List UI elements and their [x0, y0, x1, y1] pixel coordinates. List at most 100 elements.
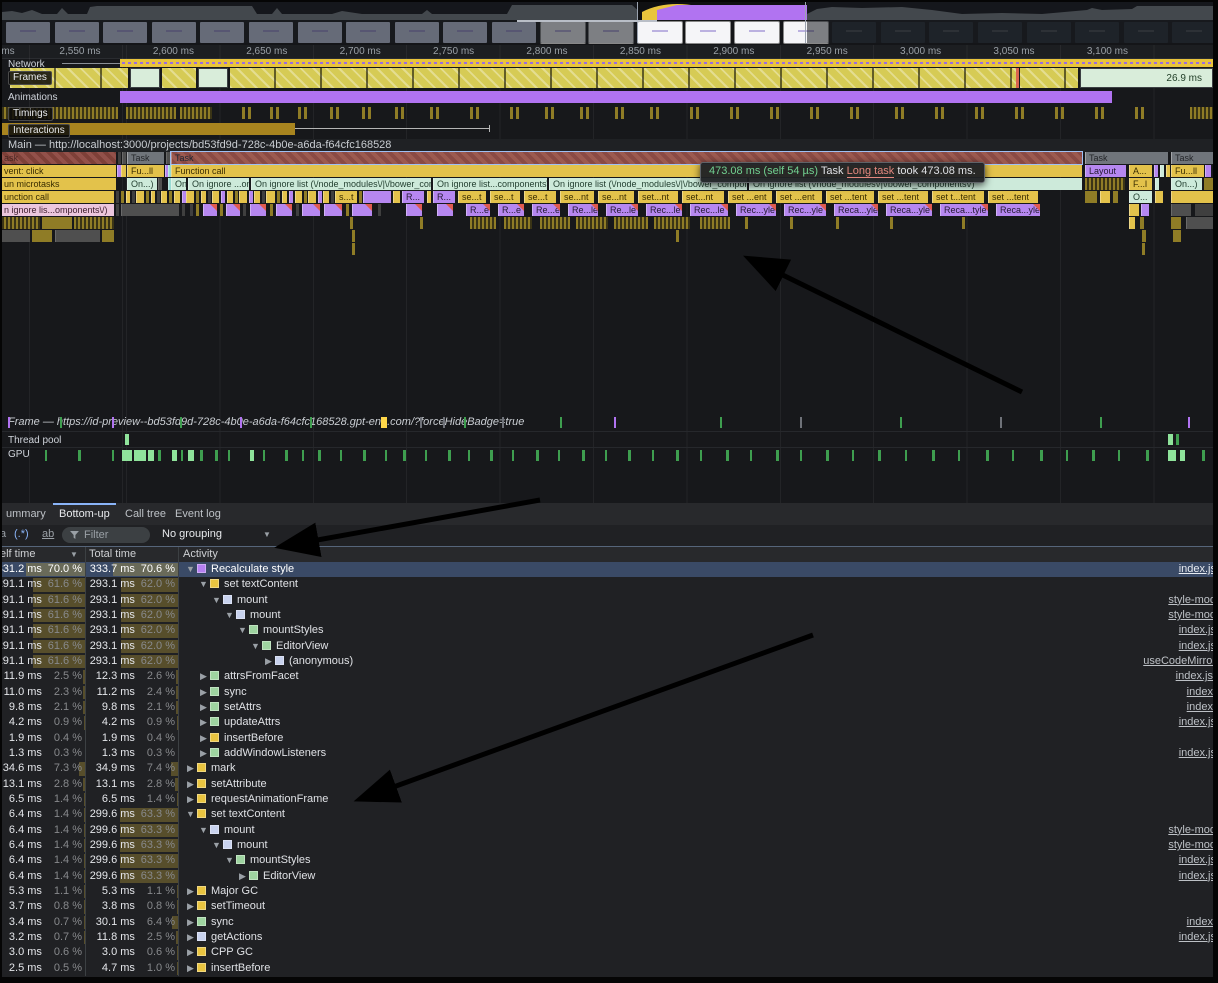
- flame-block[interactable]: set ...tent: [988, 191, 1038, 203]
- flame-block[interactable]: On...): [127, 178, 157, 190]
- flame-filler-block[interactable]: [420, 217, 423, 229]
- tooltip-long-task-link[interactable]: Long task: [847, 165, 895, 178]
- expand-triangle-closed[interactable]: ▶: [236, 869, 249, 884]
- table-row[interactable]: 11.9 ms 2.5 %12.3 ms 2.6 %▶attrsFromFace…: [0, 669, 1218, 684]
- idle-frame-block[interactable]: [198, 68, 228, 88]
- flame-block[interactable]: Fu...ll: [127, 165, 164, 177]
- tab-call-tree[interactable]: Call tree: [119, 503, 172, 525]
- table-row[interactable]: 3.2 ms 0.7 %11.8 ms 2.5 %▶getActionsinde…: [0, 930, 1218, 945]
- table-row[interactable]: 3.7 ms 0.8 %3.8 ms 0.8 %▶setTimeout: [0, 899, 1218, 914]
- flame-filler-block[interactable]: [1085, 191, 1097, 203]
- source-link[interactable]: index.: [1187, 700, 1216, 715]
- table-row[interactable]: 291.1 ms 61.6 %293.1 ms 62.0 %▼EditorVie…: [0, 639, 1218, 654]
- table-row[interactable]: 2.5 ms 0.5 %4.7 ms 1.0 %▶insertBefore: [0, 961, 1218, 976]
- flame-filler-block[interactable]: [1129, 204, 1139, 216]
- flame-filler-block[interactable]: [239, 191, 247, 203]
- source-link[interactable]: index.js: [1179, 869, 1216, 884]
- source-link[interactable]: index.js: [1179, 930, 1216, 945]
- table-row[interactable]: 5.3 ms 1.1 %5.3 ms 1.1 %▶Major GC: [0, 884, 1218, 899]
- table-row[interactable]: 6.4 ms 1.4 %299.6 ms 63.3 %▼set textCont…: [0, 807, 1218, 822]
- expand-triangle-closed[interactable]: ▶: [184, 930, 197, 945]
- flame-filler-block[interactable]: [161, 191, 167, 203]
- flame-filler-block[interactable]: [427, 191, 431, 203]
- flame-block[interactable]: Task: [127, 152, 164, 164]
- table-row[interactable]: 6.4 ms 1.4 %299.6 ms 63.3 %▼mountstyle-m…: [0, 838, 1218, 853]
- flame-filler-block[interactable]: [1100, 191, 1110, 203]
- flame-filler-block[interactable]: [243, 204, 246, 216]
- flame-block[interactable]: Re...le: [606, 204, 638, 216]
- flame-block[interactable]: set ...tent: [878, 191, 928, 203]
- table-row[interactable]: 4.2 ms 0.9 %4.2 ms 0.9 %▶updateAttrsinde…: [0, 715, 1218, 730]
- flame-filler-block[interactable]: [1186, 217, 1216, 229]
- expand-triangle-open[interactable]: ▼: [184, 562, 197, 577]
- flame-filler-block[interactable]: [166, 152, 170, 164]
- flame-block[interactable]: Rec...yle: [736, 204, 776, 216]
- table-row[interactable]: 34.6 ms 7.3 %34.9 ms 7.4 %▶mark: [0, 761, 1218, 776]
- flame-filler-block[interactable]: [157, 191, 160, 203]
- flame-filler-block[interactable]: [1171, 217, 1181, 229]
- flame-block[interactable]: On ignore ...onents\/): [188, 178, 249, 190]
- flame-filler-block[interactable]: [470, 217, 496, 229]
- flame-block[interactable]: n ignore lis...omponents\/): [0, 204, 114, 216]
- flame-filler-block[interactable]: [1173, 230, 1181, 242]
- flame-block[interactable]: O...: [1129, 191, 1152, 203]
- flame-block[interactable]: Reca...tyle: [940, 204, 988, 216]
- source-link[interactable]: index.js: [1179, 623, 1216, 638]
- flame-filler-block[interactable]: [126, 191, 130, 203]
- flame-filler-block[interactable]: [296, 204, 299, 216]
- flame-filler-block[interactable]: [190, 204, 193, 216]
- flame-filler-block[interactable]: [1140, 217, 1144, 229]
- flame-filler-block[interactable]: [1141, 204, 1149, 216]
- expand-triangle-closed[interactable]: ▶: [197, 700, 210, 715]
- flame-block[interactable]: Fu...ll: [1171, 165, 1204, 177]
- flame-block[interactable]: se...nt: [560, 191, 594, 203]
- flame-filler-block[interactable]: [235, 191, 238, 203]
- flame-filler-block[interactable]: [196, 191, 199, 203]
- flame-filler-block[interactable]: [745, 217, 748, 229]
- flame-block[interactable]: unction call: [0, 191, 114, 203]
- tab-event-log[interactable]: Event log: [169, 503, 227, 525]
- flame-filler-block[interactable]: [118, 152, 121, 164]
- frame-block[interactable]: [230, 68, 1016, 88]
- flame-filler-block[interactable]: [102, 230, 114, 242]
- flame-block[interactable]: Reca...yle: [996, 204, 1040, 216]
- table-row[interactable]: 331.2 ms 70.0 %333.7 ms 70.6 %▼Recalcula…: [0, 562, 1218, 577]
- flame-filler-block[interactable]: [962, 217, 965, 229]
- flame-filler-block[interactable]: [0, 217, 40, 229]
- expand-triangle-open[interactable]: ▼: [197, 577, 210, 592]
- flame-filler-block[interactable]: [836, 217, 839, 229]
- expand-triangle-closed[interactable]: ▶: [184, 899, 197, 914]
- flame-filler-block[interactable]: [276, 204, 292, 216]
- table-row[interactable]: 3.4 ms 0.7 %30.1 ms 6.4 %▶syncindex.: [0, 915, 1218, 930]
- flame-filler-block[interactable]: [174, 191, 180, 203]
- flame-filler-block[interactable]: [158, 178, 162, 190]
- flame-block[interactable]: Re...e: [532, 204, 560, 216]
- flame-filler-block[interactable]: [352, 204, 372, 216]
- flame-filler-block[interactable]: [121, 165, 126, 177]
- flame-filler-block[interactable]: [0, 230, 30, 242]
- flame-block[interactable]: s...t: [335, 191, 357, 203]
- flame-filler-block[interactable]: [201, 191, 206, 203]
- flame-filler-block[interactable]: [132, 191, 135, 203]
- expand-triangle-closed[interactable]: ▶: [184, 761, 197, 776]
- flame-block[interactable]: On ignore list...components\/): [433, 178, 547, 190]
- expand-triangle-closed[interactable]: ▶: [197, 669, 210, 684]
- flame-filler-block[interactable]: [1195, 204, 1215, 216]
- flame-block[interactable]: R...e: [498, 204, 524, 216]
- expand-triangle-open[interactable]: ▼: [236, 623, 249, 638]
- flame-block[interactable]: ask: [0, 152, 116, 164]
- expand-triangle-open[interactable]: ▼: [184, 807, 197, 822]
- flame-filler-block[interactable]: [116, 191, 119, 203]
- table-row[interactable]: 1.9 ms 0.4 %1.9 ms 0.4 %▶insertBefore: [0, 731, 1218, 746]
- flame-filler-block[interactable]: [323, 191, 329, 203]
- flame-filler-block[interactable]: [352, 230, 355, 242]
- flame-filler-block[interactable]: [1142, 243, 1145, 255]
- flame-filler-block[interactable]: [324, 204, 342, 216]
- flame-filler-block[interactable]: [393, 191, 400, 203]
- expand-triangle-open[interactable]: ▼: [197, 823, 210, 838]
- flame-filler-block[interactable]: [676, 230, 679, 242]
- flame-filler-block[interactable]: [331, 191, 334, 203]
- selection-window-cpu[interactable]: [637, 2, 807, 20]
- flame-filler-block[interactable]: [1166, 165, 1170, 177]
- flame-filler-block[interactable]: [295, 191, 302, 203]
